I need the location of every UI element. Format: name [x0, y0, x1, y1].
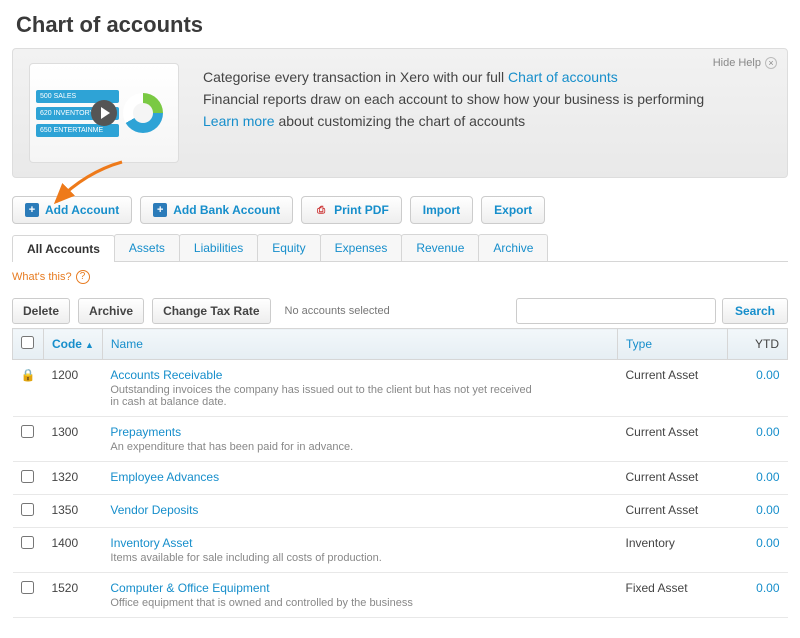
col-name[interactable]: Name — [102, 329, 617, 360]
select-all-checkbox[interactable] — [21, 336, 34, 349]
tab-expenses[interactable]: Expenses — [320, 234, 403, 261]
hide-help-link[interactable]: Hide Help × — [713, 57, 777, 69]
row-checkbox[interactable] — [21, 581, 34, 594]
col-type[interactable]: Type — [618, 329, 728, 360]
ytd-link[interactable]: 0.00 — [756, 581, 779, 595]
account-description: Office equipment that is owned and contr… — [110, 597, 540, 609]
row-checkbox[interactable] — [21, 503, 34, 516]
chart-of-accounts-link[interactable]: Chart of accounts — [508, 69, 618, 85]
pie-chart-icon — [123, 93, 163, 133]
account-code: 1350 — [43, 495, 102, 528]
account-description: Outstanding invoices the company has iss… — [110, 384, 540, 408]
add-account-label: Add Account — [45, 203, 119, 217]
add-account-button[interactable]: + Add Account — [12, 196, 132, 224]
print-pdf-label: Print PDF — [334, 203, 389, 217]
delete-button[interactable]: Delete — [12, 298, 70, 324]
table-row: 1520 Computer & Office Equipment Office eq… — [13, 573, 788, 618]
table-row: 1320 Employee Advances Current Asset 0.00 — [13, 462, 788, 495]
help-icon: ? — [76, 270, 90, 284]
account-name-link[interactable]: Employee Advances — [110, 470, 219, 484]
hide-help-label: Hide Help — [713, 57, 761, 69]
table-row: 1400 Inventory Asset Items available for s… — [13, 528, 788, 573]
import-button[interactable]: Import — [410, 196, 473, 224]
whats-this-label: What's this? — [12, 271, 72, 283]
export-button[interactable]: Export — [481, 196, 545, 224]
account-description: An expenditure that has been paid for in… — [110, 441, 540, 453]
import-label: Import — [423, 203, 460, 217]
whats-this-link[interactable]: What's this? ? — [12, 270, 788, 284]
account-description: Items available for sale including all c… — [110, 552, 540, 564]
page-title: Chart of accounts — [12, 0, 788, 48]
main-toolbar: + Add Account + Add Bank Account ⎙ Print… — [12, 196, 788, 224]
plus-icon: + — [153, 203, 167, 217]
ytd-link[interactable]: 0.00 — [756, 503, 779, 517]
add-bank-account-button[interactable]: + Add Bank Account — [140, 196, 293, 224]
ytd-link[interactable]: 0.00 — [756, 470, 779, 484]
tab-bar: All Accounts Assets Liabilities Equity E… — [12, 234, 788, 262]
row-checkbox[interactable] — [21, 425, 34, 438]
account-code: 1300 — [43, 417, 102, 462]
search-box: Search — [516, 298, 788, 324]
account-code: 1400 — [43, 528, 102, 573]
account-name-link[interactable]: Computer & Office Equipment — [110, 581, 269, 595]
help-panel: Hide Help × 500 SALES 620 INVENTORY 650 … — [12, 48, 788, 178]
print-pdf-button[interactable]: ⎙ Print PDF — [301, 196, 402, 224]
help-line1-text: Categorise every transaction in Xero wit… — [203, 69, 508, 85]
table-row: 1350 Vendor Deposits Current Asset 0.00 — [13, 495, 788, 528]
tab-liabilities[interactable]: Liabilities — [179, 234, 258, 261]
table-row: 🔒 1200 Accounts Receivable Outstanding invo… — [13, 360, 788, 417]
tab-archive[interactable]: Archive — [478, 234, 548, 261]
export-label: Export — [494, 203, 532, 217]
ytd-link[interactable]: 0.00 — [756, 425, 779, 439]
account-type: Inventory — [618, 528, 728, 573]
ytd-link[interactable]: 0.00 — [756, 536, 779, 550]
account-code: 1520 — [43, 573, 102, 618]
account-name-link[interactable]: Prepayments — [110, 425, 181, 439]
tab-equity[interactable]: Equity — [257, 234, 320, 261]
table-row: 1300 Prepayments An expenditure that has b… — [13, 417, 788, 462]
row-checkbox[interactable] — [21, 536, 34, 549]
help-text: Categorise every transaction in Xero wit… — [203, 63, 704, 163]
account-type: Current Asset — [618, 417, 728, 462]
learn-more-link[interactable]: Learn more — [203, 113, 275, 129]
col-ytd[interactable]: YTD — [728, 329, 788, 360]
account-name-link[interactable]: Inventory Asset — [110, 536, 192, 550]
change-tax-rate-button[interactable]: Change Tax Rate — [152, 298, 270, 324]
account-type: Current Asset — [618, 495, 728, 528]
lock-icon: 🔒 — [21, 368, 36, 382]
table-toolbar: Delete Archive Change Tax Rate No accoun… — [12, 298, 788, 324]
search-input[interactable] — [516, 298, 716, 324]
col-checkbox — [13, 329, 44, 360]
accounts-table: Code▲ Name Type YTD 🔒 1200 Accounts Receiv… — [12, 328, 788, 618]
account-type: Fixed Asset — [618, 573, 728, 618]
archive-button[interactable]: Archive — [78, 298, 144, 324]
plus-icon: + — [25, 203, 39, 217]
tab-all-accounts[interactable]: All Accounts — [12, 235, 115, 262]
search-button[interactable]: Search — [722, 298, 788, 324]
pdf-icon: ⎙ — [314, 203, 328, 217]
ytd-link[interactable]: 0.00 — [756, 368, 779, 382]
account-type: Current Asset — [618, 462, 728, 495]
row-checkbox[interactable] — [21, 470, 34, 483]
play-icon[interactable] — [91, 100, 117, 126]
account-name-link[interactable]: Vendor Deposits — [110, 503, 198, 517]
no-selection-text: No accounts selected — [285, 305, 508, 317]
help-illustration[interactable]: 500 SALES 620 INVENTORY 650 ENTERTAINME — [29, 63, 179, 163]
account-type: Current Asset — [618, 360, 728, 417]
account-name-link[interactable]: Accounts Receivable — [110, 368, 222, 382]
col-code[interactable]: Code▲ — [43, 329, 102, 360]
sort-asc-icon: ▲ — [85, 340, 94, 350]
help-line3-text: about customizing the chart of accounts — [275, 113, 526, 129]
tab-assets[interactable]: Assets — [114, 234, 180, 261]
tab-revenue[interactable]: Revenue — [401, 234, 479, 261]
add-bank-account-label: Add Bank Account — [173, 203, 280, 217]
close-icon: × — [765, 57, 777, 69]
account-code: 1200 — [43, 360, 102, 417]
help-line2: Financial reports draw on each account t… — [203, 91, 704, 107]
account-code: 1320 — [43, 462, 102, 495]
